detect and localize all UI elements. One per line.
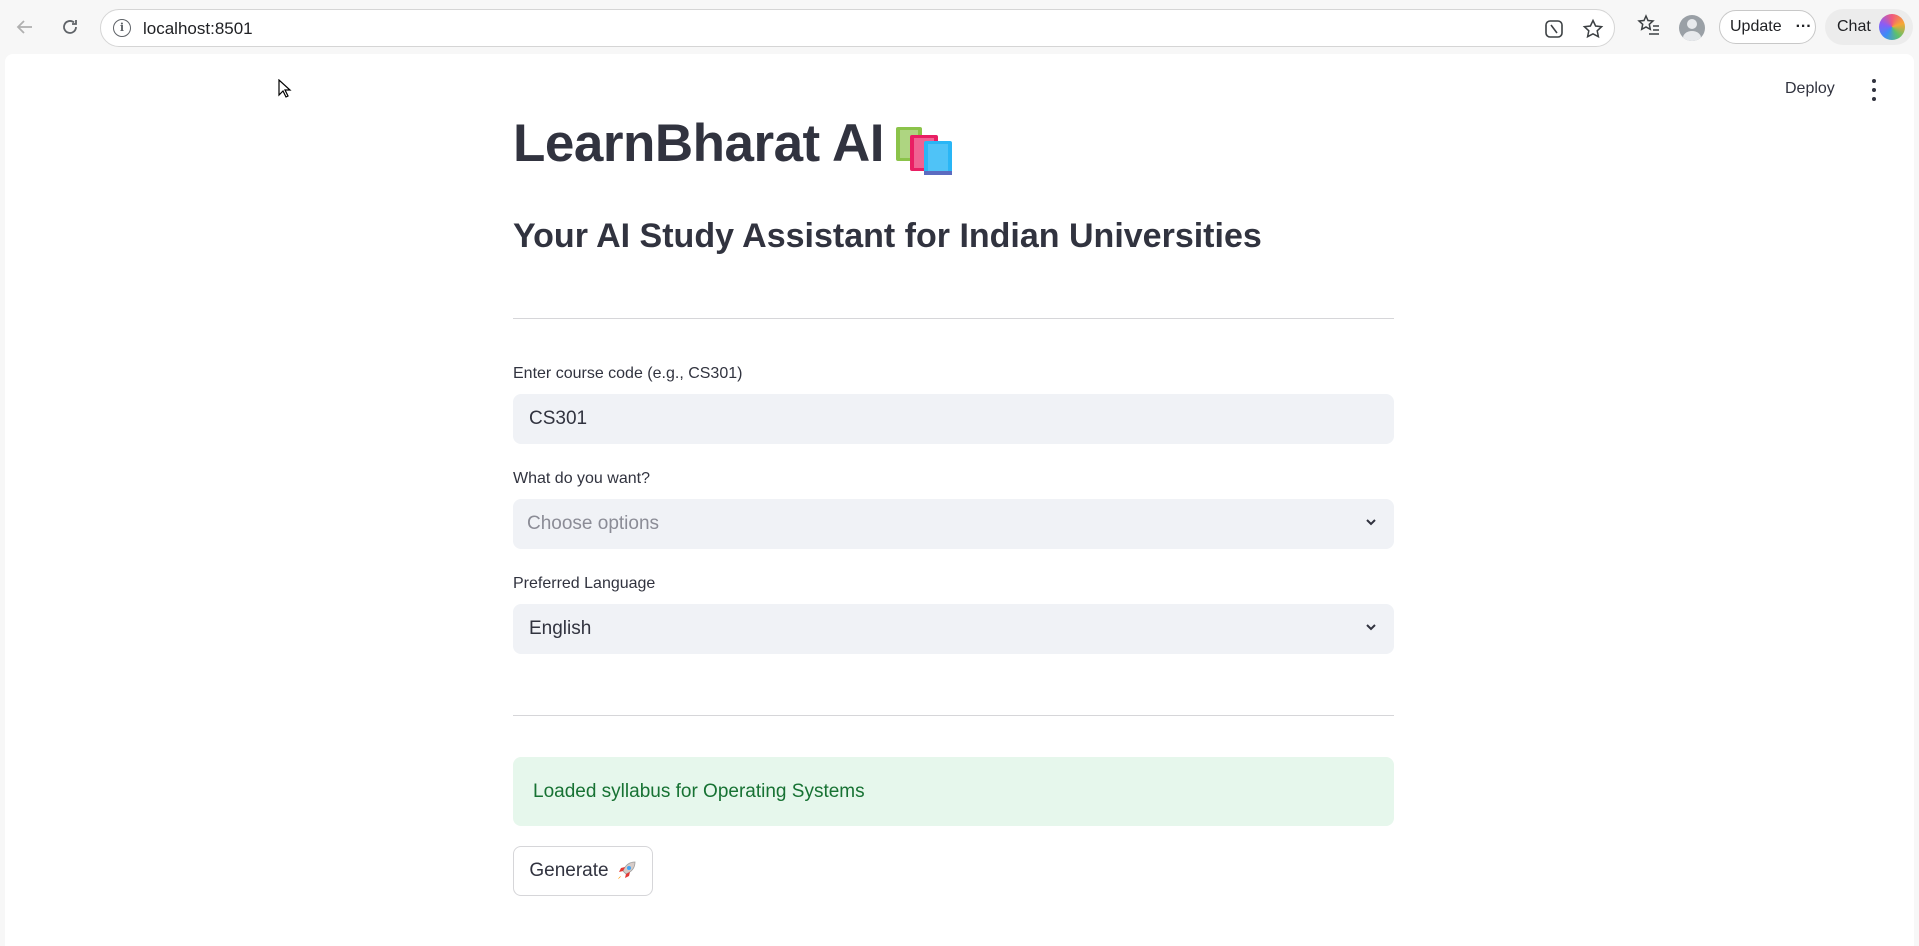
language-selected: English [529, 618, 592, 639]
success-alert: Loaded syllabus for Operating Systems [513, 757, 1394, 826]
course-code-value: CS301 [529, 408, 588, 429]
rocket-emoji-icon [617, 861, 636, 879]
success-message: Loaded syllabus for Operating Systems [533, 780, 865, 802]
browser-toolbar: i localhost:8501 Update ··· Chat [0, 0, 1919, 54]
page-title: LearnBharat AI [513, 114, 884, 173]
chat-button[interactable]: Chat [1825, 9, 1913, 45]
profile-avatar-icon[interactable] [1679, 15, 1705, 41]
page-subtitle: Your AI Study Assistant for Indian Unive… [513, 217, 1262, 255]
language-select[interactable]: English [513, 604, 1394, 654]
deploy-button[interactable]: Deploy [1785, 80, 1835, 98]
books-emoji-icon [896, 127, 952, 175]
update-label: Update [1730, 18, 1782, 35]
more-menu-icon[interactable]: ··· [1796, 18, 1812, 36]
chat-label: Chat [1837, 18, 1871, 35]
generate-button[interactable]: Generate [513, 846, 653, 896]
site-info-icon[interactable]: i [113, 19, 131, 37]
divider [513, 715, 1394, 716]
favorites-list-icon[interactable] [1636, 13, 1662, 41]
generate-label: Generate [529, 860, 609, 881]
reload-icon[interactable] [55, 12, 85, 42]
want-placeholder: Choose options [527, 513, 660, 534]
back-arrow-icon[interactable] [10, 12, 40, 42]
course-code-label: Enter course code (e.g., CS301) [513, 365, 743, 382]
favorite-star-icon[interactable] [1582, 18, 1604, 40]
copilot-logo-icon [1878, 14, 1905, 40]
course-code-input[interactable]: CS301 [513, 394, 1394, 444]
language-label: Preferred Language [513, 575, 656, 592]
mouse-cursor-icon [278, 79, 292, 98]
address-bar[interactable]: i localhost:8501 [100, 9, 1615, 47]
want-multiselect[interactable]: Choose options [513, 499, 1394, 549]
want-label: What do you want? [513, 470, 650, 487]
divider [513, 318, 1394, 319]
chevron-down-icon[interactable] [1366, 622, 1376, 632]
copilot-sidebar-icon[interactable] [1543, 18, 1565, 40]
address-url[interactable]: localhost:8501 [143, 19, 253, 39]
update-button[interactable]: Update ··· [1719, 10, 1816, 44]
chevron-down-icon[interactable] [1366, 517, 1376, 527]
main-menu-icon[interactable] [1866, 79, 1882, 101]
